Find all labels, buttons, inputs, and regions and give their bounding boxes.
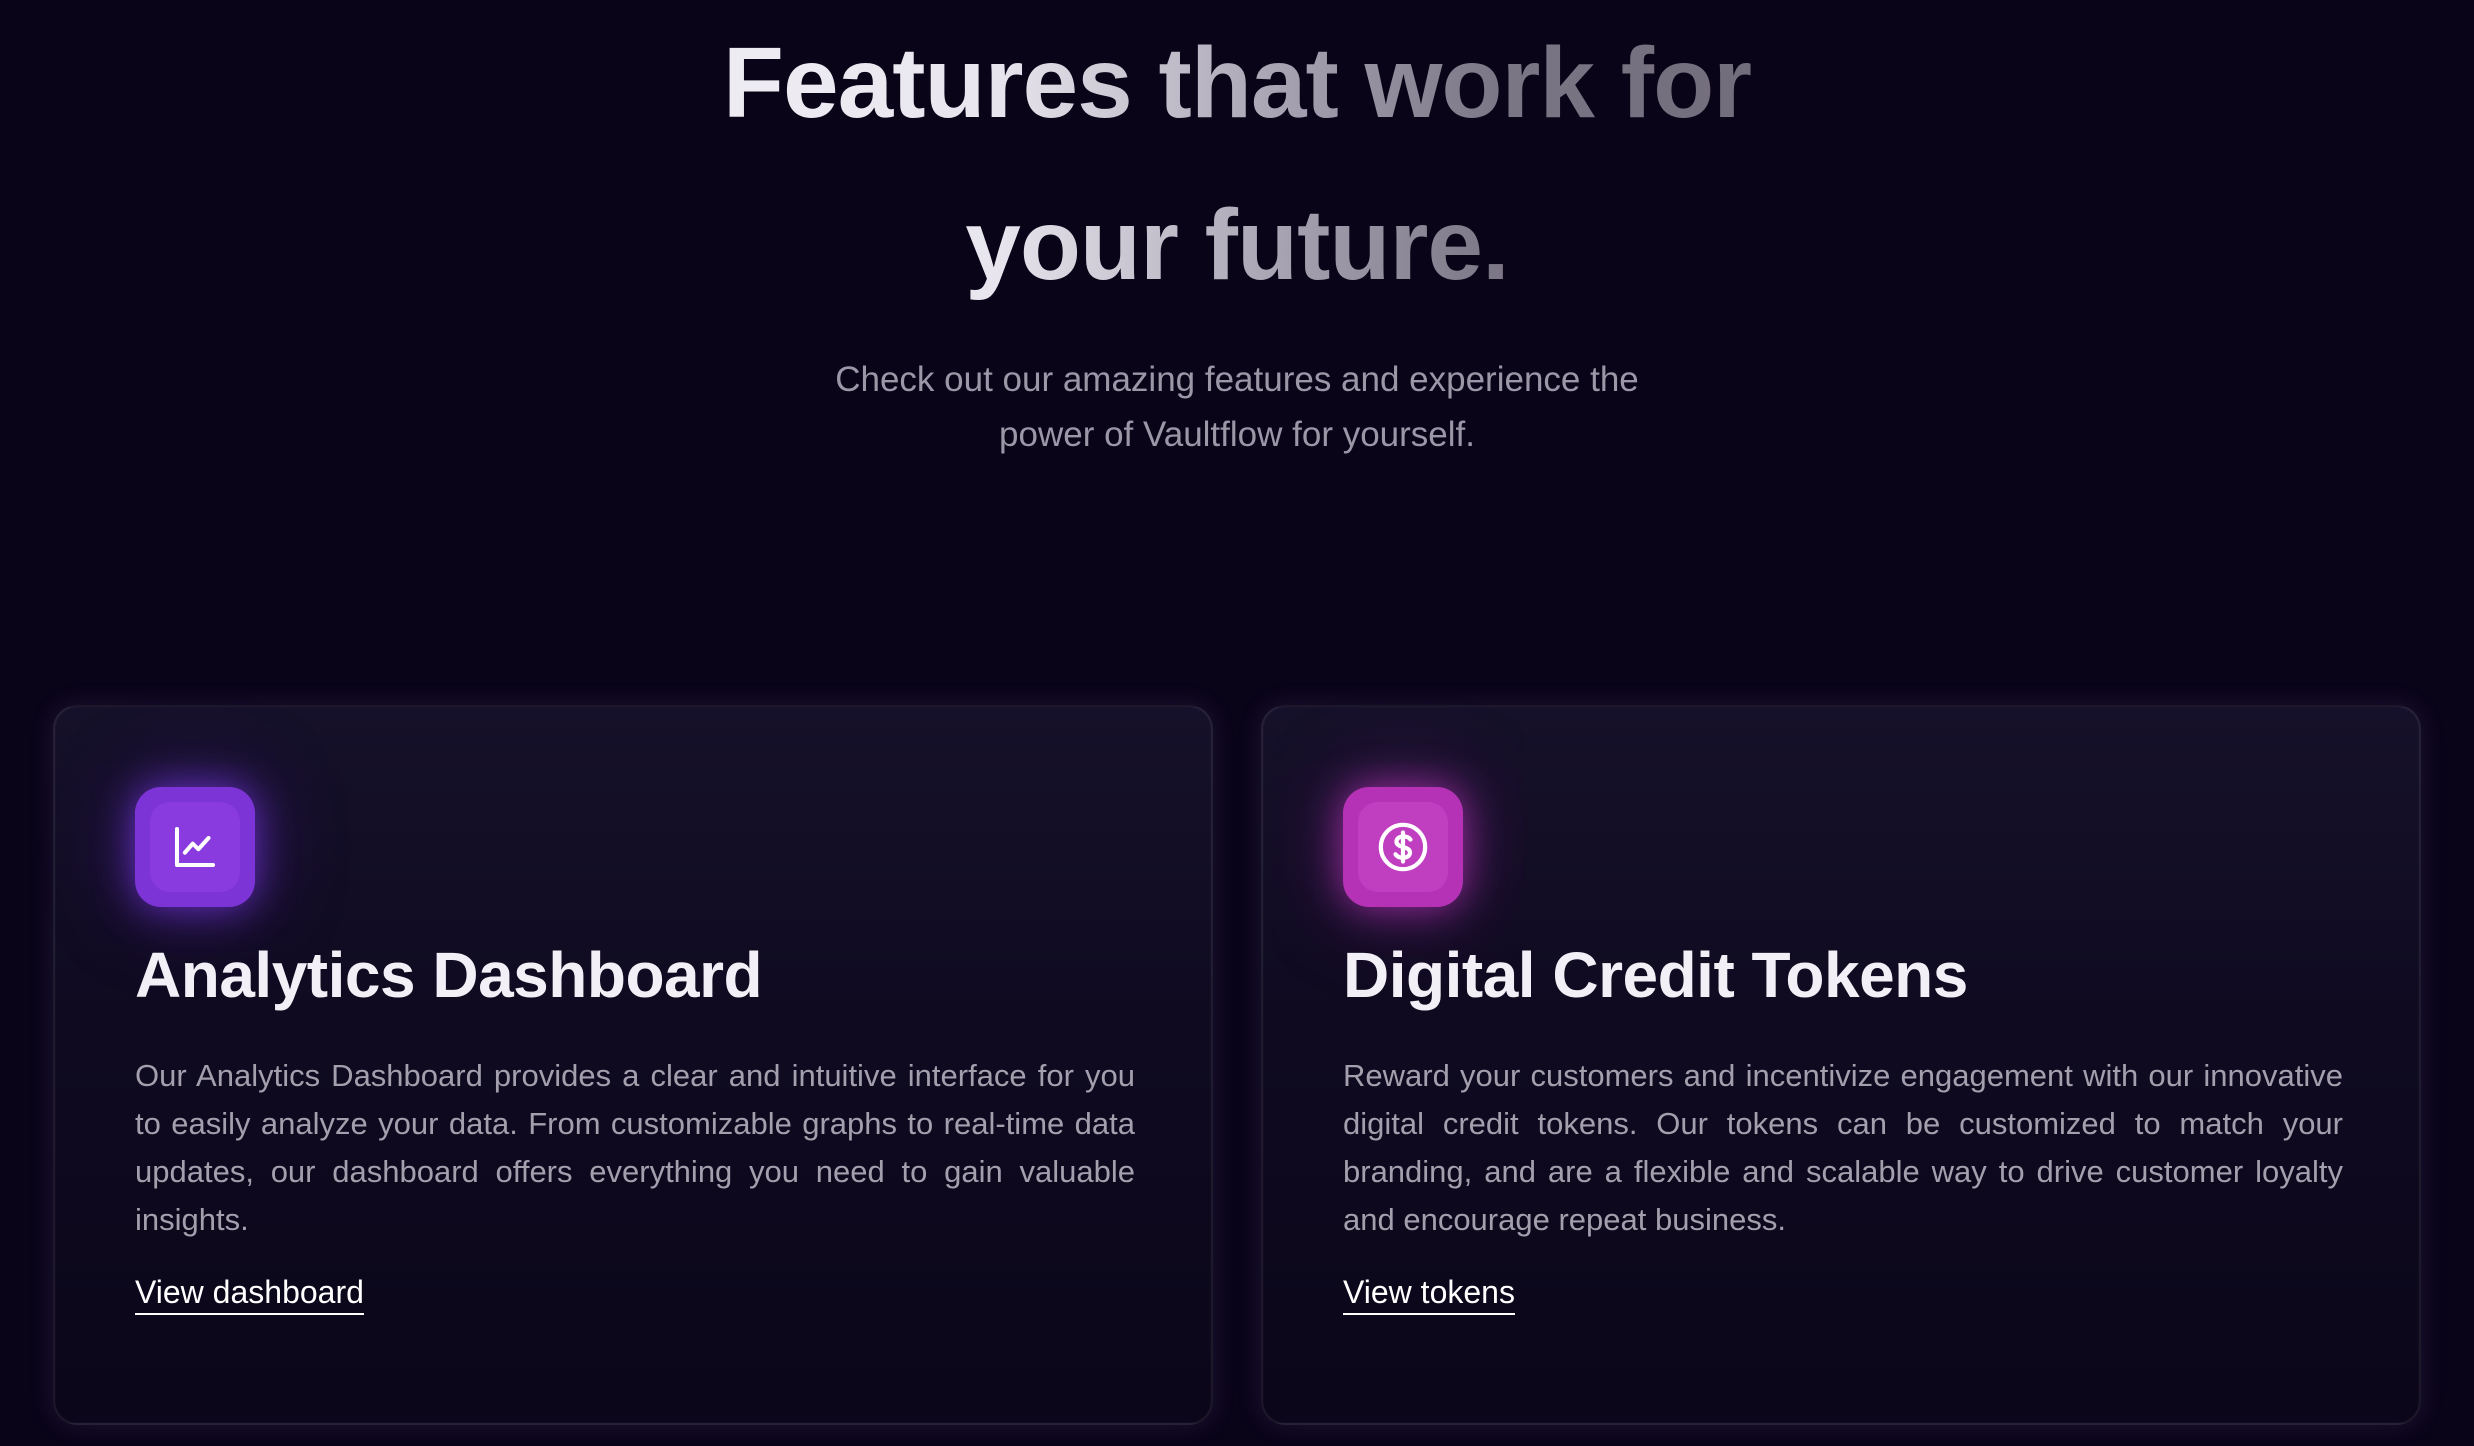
feature-cards: Analytics Dashboard Our Analytics Dashbo…	[53, 705, 2421, 1425]
view-tokens-link[interactable]: View tokens	[1343, 1272, 1515, 1315]
card-description: Reward your customers and incentivize en…	[1343, 1058, 2343, 1237]
view-dashboard-link[interactable]: View dashboard	[135, 1272, 364, 1315]
feature-card-tokens: Digital Credit Tokens Reward your custom…	[1261, 705, 2421, 1425]
hero-title: Features that work for your future.	[637, 0, 1837, 326]
tokens-icon-tile	[1343, 787, 1463, 907]
card-title: Digital Credit Tokens	[1343, 939, 1968, 1011]
features-hero: Features that work for your future. Chec…	[0, 0, 2474, 462]
card-title: Analytics Dashboard	[135, 939, 763, 1011]
dollar-coin-icon	[1378, 822, 1428, 872]
analytics-icon-tile	[135, 787, 255, 907]
hero-subtitle: Check out our amazing features and exper…	[835, 360, 1639, 454]
chart-line-icon	[174, 826, 216, 868]
feature-card-analytics: Analytics Dashboard Our Analytics Dashbo…	[53, 705, 1213, 1425]
card-description: Our Analytics Dashboard provides a clear…	[135, 1058, 1135, 1237]
